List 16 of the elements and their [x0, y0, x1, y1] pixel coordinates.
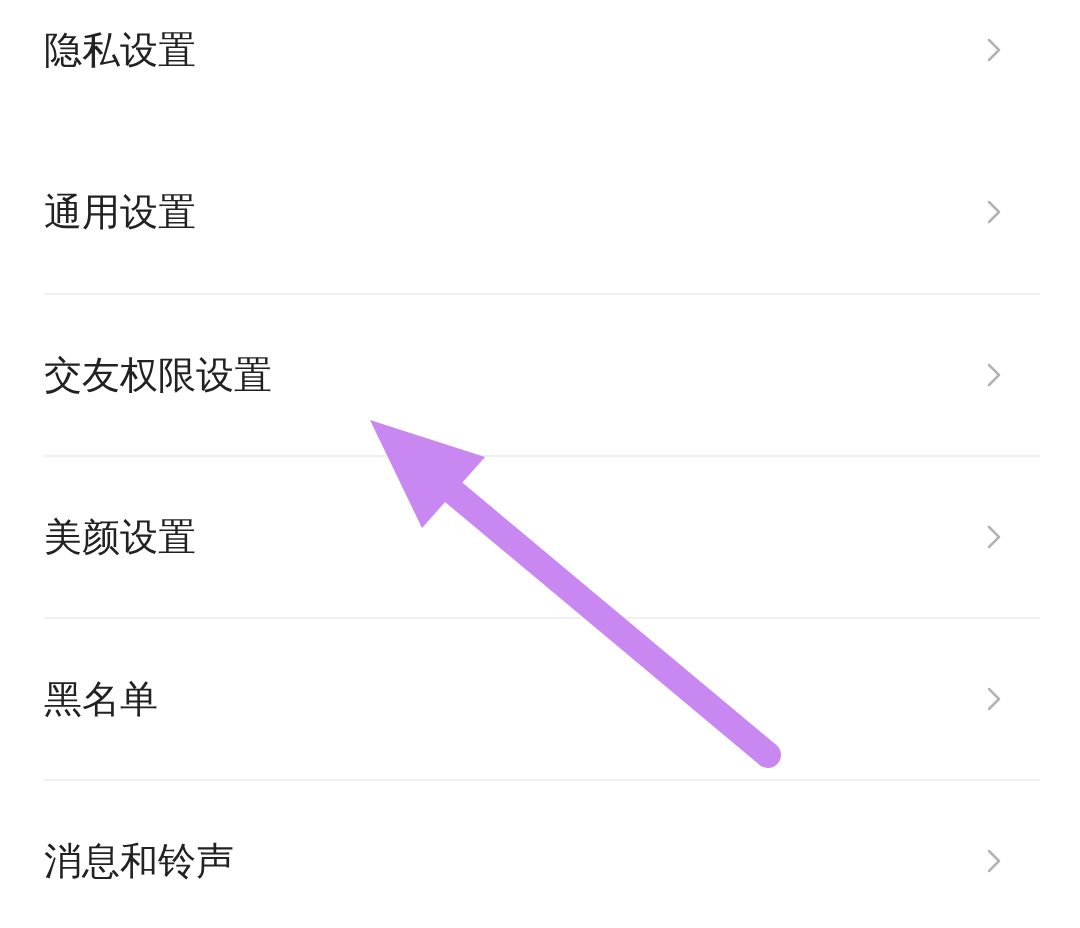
item-label: 消息和铃声: [44, 837, 234, 885]
settings-item[interactable]: 通用设置: [44, 131, 1040, 293]
chevron-right-icon: [986, 686, 1002, 712]
item-label: 通用设置: [44, 188, 196, 236]
item-label: 黑名单: [44, 675, 158, 723]
item-label: 隐私设置: [44, 26, 196, 74]
chevron-right-icon: [986, 37, 1002, 63]
chevron-right-icon: [986, 848, 1002, 874]
item-label: 交友权限设置: [44, 351, 272, 399]
settings-item[interactable]: 黑名单: [44, 617, 1040, 779]
settings-item[interactable]: 隐私设置: [44, 0, 1040, 131]
chevron-right-icon: [986, 199, 1002, 225]
item-label: 美颜设置: [44, 513, 196, 561]
chevron-right-icon: [986, 524, 1002, 550]
settings-item[interactable]: 消息和铃声: [44, 779, 1040, 928]
chevron-right-icon: [986, 362, 1002, 388]
